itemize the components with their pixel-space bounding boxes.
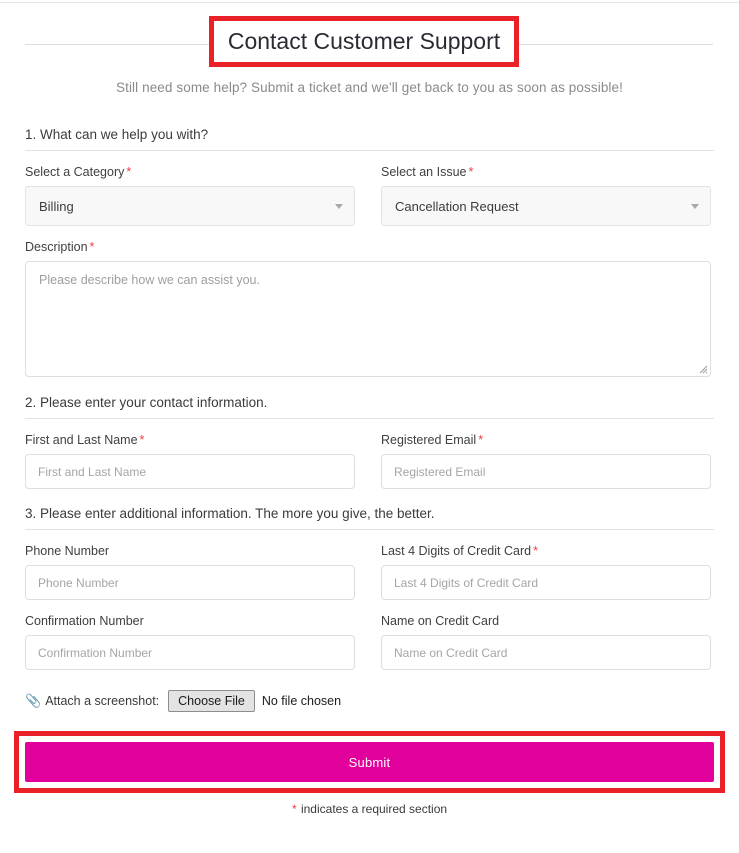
support-form-page: Contact Customer Support Still need some…	[0, 0, 739, 816]
label-confirmation-text: Confirmation Number	[25, 614, 144, 628]
card-name-input[interactable]	[381, 635, 711, 670]
footnote-text: indicates a required section	[297, 802, 448, 816]
section-additional-info: 3. Please enter additional information. …	[25, 506, 714, 670]
footnote-star: *	[291, 802, 297, 816]
attachment-label: Attach a screenshot:	[45, 694, 160, 708]
field-group-email: Registered Email *	[381, 433, 711, 489]
field-group-phone: Phone Number	[25, 544, 355, 600]
label-category: Select a Category *	[25, 165, 355, 179]
last4-input[interactable]	[381, 565, 711, 600]
label-description-text: Description	[25, 240, 88, 254]
attachment-status: No file chosen	[261, 694, 342, 708]
phone-input[interactable]	[25, 565, 355, 600]
label-last4: Last 4 Digits of Credit Card *	[381, 544, 711, 558]
description-textarea[interactable]	[25, 261, 711, 377]
label-name: First and Last Name *	[25, 433, 355, 447]
required-footnote: * indicates a required section	[0, 802, 739, 816]
field-group-name: First and Last Name *	[25, 433, 355, 489]
description-textarea-wrap	[25, 261, 711, 377]
required-star-email: *	[478, 433, 484, 447]
required-star-last4: *	[533, 544, 538, 558]
field-group-last4: Last 4 Digits of Credit Card *	[381, 544, 711, 600]
row-category-issue: Select a Category * Billing Select an Iss…	[25, 165, 714, 226]
row-description: Description *	[25, 240, 714, 377]
submit-annotation-box: Submit	[14, 731, 725, 793]
field-group-issue: Select an Issue * Cancellation Request	[381, 165, 711, 226]
page-header: Contact Customer Support	[0, 0, 739, 76]
label-last4-text: Last 4 Digits of Credit Card	[381, 544, 532, 558]
section-contact-info: 2. Please enter your contact information…	[25, 395, 714, 489]
label-card-name-text: Name on Credit Card	[381, 614, 500, 628]
select-category-value: Billing	[39, 198, 74, 214]
row-confirmation-cardname: Confirmation Number Name on Credit Card	[25, 614, 714, 670]
row-phone-last4: Phone Number Last 4 Digits of Credit Car…	[25, 544, 714, 600]
field-group-category: Select a Category * Billing	[25, 165, 355, 226]
field-group-card-name: Name on Credit Card	[381, 614, 711, 670]
label-category-text: Select a Category	[25, 165, 125, 179]
section-heading-3: 3. Please enter additional information. …	[25, 506, 714, 530]
select-issue[interactable]: Cancellation Request	[381, 186, 711, 226]
row-name-email: First and Last Name* Registered Email*	[25, 433, 714, 489]
page-title: Contact Customer Support	[214, 22, 514, 61]
required-star-name: *	[139, 433, 145, 447]
paperclip-icon: 📎	[25, 693, 42, 708]
chevron-down-icon	[691, 204, 699, 209]
section-heading-1: 1. What can we help you with?	[25, 127, 714, 151]
label-description: Description *	[25, 240, 711, 254]
page-subtitle: Still need some help? Submit a ticket an…	[115, 80, 623, 95]
section-heading-2: 2. Please enter your contact information…	[25, 395, 714, 419]
required-star-description: *	[89, 240, 95, 254]
submit-button[interactable]: Submit	[25, 742, 714, 782]
required-star-issue: *	[468, 165, 474, 179]
select-issue-value: Cancellation Request	[395, 198, 519, 214]
name-input[interactable]	[25, 454, 355, 489]
label-email: Registered Email *	[381, 433, 711, 447]
label-card-name: Name on Credit Card	[381, 614, 711, 628]
confirmation-input[interactable]	[25, 635, 355, 670]
label-confirmation: Confirmation Number	[25, 614, 355, 628]
email-input[interactable]	[381, 454, 711, 489]
label-email-text: Registered Email	[381, 433, 477, 447]
field-group-description: Description *	[25, 240, 711, 377]
select-category[interactable]: Billing	[25, 186, 355, 226]
label-issue-text: Select an Issue	[381, 165, 467, 179]
field-group-confirmation: Confirmation Number	[25, 614, 355, 670]
required-star-category: *	[126, 165, 132, 179]
label-issue: Select an Issue *	[381, 165, 711, 179]
section-help-with: 1. What can we help you with? Select a C…	[25, 127, 714, 377]
chevron-down-icon	[335, 204, 343, 209]
label-name-text: First and Last Name	[25, 433, 138, 447]
choose-file-button[interactable]: Choose File	[168, 690, 255, 712]
label-phone: Phone Number	[25, 544, 355, 558]
attachment-row: 📎 Attach a screenshot: Choose File No fi…	[25, 690, 714, 712]
label-phone-text: Phone Number	[25, 544, 110, 558]
